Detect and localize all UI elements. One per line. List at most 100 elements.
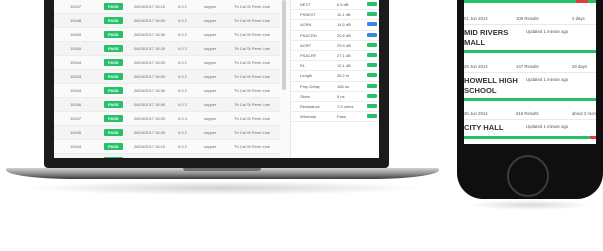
home-button[interactable] [507, 155, 549, 197]
row-location: Th Cal St Perm Line [234, 88, 271, 93]
table-row[interactable]: 10048 PASS 06/03/2017 16:00 0.0 2 copper Th C… [54, 14, 280, 28]
card-date: 26 Jun 2014 [464, 111, 488, 116]
table-row[interactable]: 10045 PASS 06/03/2017 15:20 0.0 2 copper Th C… [54, 126, 280, 140]
status-badge: PASS [104, 157, 123, 158]
table-scrollbar[interactable] [282, 0, 286, 90]
metric-value: 6.5 dB [337, 2, 349, 7]
card-progress-bar [464, 136, 596, 139]
status-badge: PASS [104, 101, 123, 108]
metric-status-badge [367, 114, 377, 119]
row-id: 10044 [70, 144, 82, 149]
metric-value: 166 ns [337, 83, 350, 89]
site-name[interactable]: MID RIVERS [464, 28, 508, 38]
row-cable-type: copper [204, 130, 217, 135]
metric-row: PSACRN 20.6 dB [291, 31, 379, 41]
row-location: Th Cal St Perm Line [234, 32, 271, 37]
card-progress-bar [464, 98, 596, 101]
status-badge: PASS [104, 73, 123, 80]
row-id: 10045 [70, 130, 82, 135]
status-badge: PASS [104, 129, 123, 136]
table-row[interactable]: 10049 PASS 06/03/2017 15:30 0.0 2 copper Th C… [54, 28, 280, 42]
metrics-panel: NEXT 6.5 dB PSNEXT 11.1 dB ACRN 14.5 dB PSACRN… [290, 0, 379, 158]
metric-status-badge [367, 12, 377, 17]
metric-value: 7.5 ohms [337, 103, 354, 109]
table-row[interactable]: 10044 PASS 06/03/2017 15:30 0.0 2 copper Th C… [54, 84, 280, 98]
card-age: about 2 months [572, 111, 596, 116]
card-results: 105 Results [516, 16, 539, 21]
row-cable-type: copper [204, 32, 217, 37]
metric-label: Skew [300, 93, 310, 99]
row-date: 06/03/2017 15:20 [134, 130, 166, 135]
table-row[interactable]: 10044 PASS 06/03/2017 15:00 0.0 2 copper Th C… [54, 56, 280, 70]
metric-row: PSACRF 27.1 dB [291, 51, 379, 62]
metric-label: RL [300, 63, 306, 69]
row-date: 06/03/2017 15:30 [134, 88, 166, 93]
phone-body: 01 Jun 2014 105 Results 2 days MID RIVERS MA… [457, 0, 603, 199]
row-location: Th Cal St Perm Line [234, 144, 271, 149]
metric-label: Wiremap [300, 114, 317, 120]
table-row[interactable]: 10046 PASS 06/03/2017 16:00 0.0 2 copper Th C… [54, 98, 280, 112]
metric-status-badge [367, 22, 377, 27]
row-location: Th Cal St Perm Line [234, 130, 271, 135]
row-location: Th Cal St Perm Line [234, 4, 271, 9]
table-row[interactable]: 10047 PASS 06/03/2017 16:10 0.0 2 copper Th C… [54, 0, 280, 14]
metric-value: 20.6 dB [337, 32, 351, 38]
row-date: 06/03/2017 16:00 [134, 102, 166, 107]
metric-row: NEXT 6.5 dB [291, 0, 379, 11]
card-divider [464, 119, 596, 120]
laptop-display: 10047 PASS 06/03/2017 16:10 0.0 2 copper Th C… [54, 0, 379, 158]
status-badge: PASS [104, 17, 123, 24]
table-row[interactable]: 10043PASS06/03/2017 16:000.0 2copperTh C… [54, 154, 280, 158]
row-distance: 0.0 2 [178, 102, 187, 107]
metric-label: PSNEXT [300, 12, 317, 18]
metric-label: NEXT [300, 2, 311, 7]
card-updated: Updated 1 minute ago [526, 29, 569, 34]
card-updated: Updated 1 minute ago [526, 77, 569, 82]
status-badge: PASS [104, 87, 123, 94]
table-row[interactable]: 10043PASS06/03/2017 16:000.0 2copperTh C… [54, 70, 280, 84]
row-location: Th Cal St Perm Line [234, 18, 271, 23]
row-id: 10045 [70, 46, 82, 51]
row-date: 06/03/2017 15:00 [134, 60, 166, 65]
site-name-line2: MALL [464, 38, 486, 47]
row-distance: 0.0 2 [178, 88, 187, 93]
top-progress-fail-segment [576, 0, 588, 3]
site-name[interactable]: HOWELL HIGH [464, 76, 518, 86]
row-date: 06/03/2017 16:00 [134, 74, 166, 79]
phone-shadow [468, 200, 592, 210]
row-distance: 0.0 2 [178, 144, 187, 149]
row-location: Th Cal St Perm Line [234, 60, 271, 65]
row-id: 10047 [70, 4, 82, 9]
card-results: 616 Results [516, 111, 539, 116]
metric-row: PSNEXT 11.1 dB [291, 10, 379, 21]
site-name-line2: SCHOOL [464, 86, 497, 95]
table-row[interactable]: 10044 PASS 06/03/2017 16:10 0.0 2 copper Th C… [54, 140, 280, 154]
table-row[interactable]: 10047 PASS 06/03/2017 15:00 0.0 4 copper Th C… [54, 112, 280, 126]
metric-row: Skew 6 ns [291, 92, 379, 102]
row-cable-type: copper [204, 102, 217, 107]
row-distance: 0.0 2 [178, 130, 187, 135]
laptop-notch [183, 168, 261, 171]
table-row[interactable]: 10045 PASS 06/03/2017 16:20 0.0 2 copper Th C… [54, 42, 280, 56]
row-cable-type: copper [204, 74, 217, 79]
row-distance: 0.0 2 [178, 74, 187, 79]
metric-value: 29.5 dB [337, 42, 351, 48]
row-location: Th Cal St Perm Line [234, 116, 271, 121]
row-cable-type: copper [204, 116, 217, 121]
metric-status-badge [367, 2, 377, 6]
row-location: Th Cal St Perm Line [234, 74, 271, 79]
metric-row: ACRF 29.5 dB [291, 41, 379, 51]
metric-value: 14.5 dB [337, 22, 351, 28]
metric-status-badge [367, 52, 377, 57]
metric-value: 10.1 dB [337, 63, 351, 69]
site-name[interactable]: CITY HALL [464, 123, 504, 133]
metric-label: ACRF [300, 42, 311, 48]
status-badge: PASS [104, 3, 123, 10]
row-id: 10047 [70, 116, 82, 121]
card-age: 2 days [572, 16, 585, 21]
row-distance: 0.0 2 [178, 4, 187, 9]
card-results: 147 Results [516, 64, 539, 69]
row-distance: 0.0 2 [178, 32, 187, 37]
metric-status-badge [367, 103, 377, 108]
row-date: 06/03/2017 15:00 [134, 116, 166, 121]
